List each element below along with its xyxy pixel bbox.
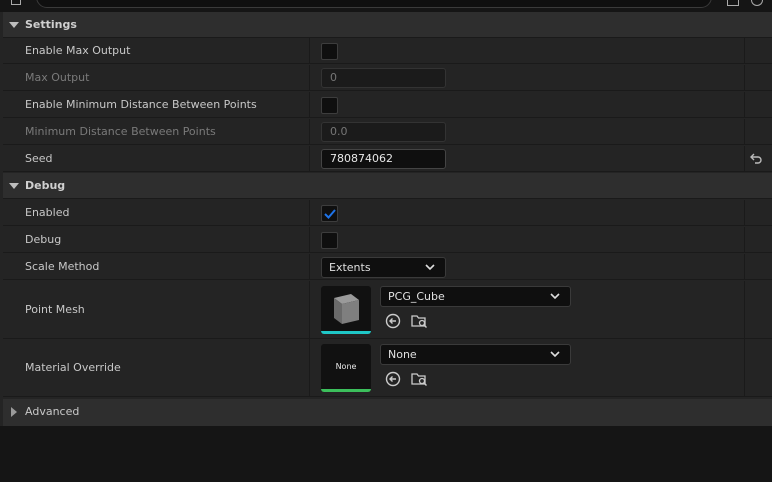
column-divider: [744, 146, 745, 171]
min-distance-field: 0.0: [321, 122, 446, 142]
asset-type-bar: [321, 331, 371, 334]
column-divider[interactable]: [309, 227, 310, 252]
column-divider: [744, 281, 745, 338]
search-icon: [45, 0, 55, 1]
property-row-seed: Seed 780874062: [3, 146, 772, 172]
property-row-enabled: Enabled: [3, 200, 772, 226]
column-divider: [744, 200, 745, 225]
property-label: Max Output: [25, 71, 90, 84]
column-divider: [744, 65, 745, 90]
property-label: Material Override: [25, 361, 121, 374]
reset-to-default-icon[interactable]: [750, 153, 762, 164]
property-row-max-output: Max Output 0: [3, 65, 772, 91]
property-row-debug: Debug: [3, 227, 772, 253]
use-selected-asset-icon[interactable]: [385, 313, 401, 329]
column-divider[interactable]: [309, 339, 310, 396]
column-divider: [744, 38, 745, 63]
category-settings[interactable]: Settings: [3, 12, 772, 38]
category-advanced[interactable]: Advanced: [3, 399, 772, 426]
expand-arrow-icon: [9, 183, 19, 189]
column-divider: [744, 254, 745, 279]
seed-field[interactable]: 780874062: [321, 149, 446, 169]
material-thumbnail[interactable]: None: [321, 344, 371, 392]
point-mesh-dropdown[interactable]: PCG_Cube: [380, 286, 571, 307]
debug-checkbox[interactable]: [321, 232, 338, 249]
column-divider[interactable]: [309, 65, 310, 90]
property-row-enable-max-output: Enable Max Output: [3, 38, 772, 64]
property-label: Enable Max Output: [25, 44, 131, 57]
property-label: Enabled: [25, 206, 70, 219]
column-divider[interactable]: [309, 281, 310, 338]
asset-type-bar: [321, 389, 371, 392]
column-divider: [744, 339, 745, 396]
max-output-field: 0: [321, 68, 446, 88]
chevron-down-icon: [425, 264, 435, 271]
checkmark-icon: [324, 209, 336, 219]
column-divider[interactable]: [309, 146, 310, 171]
use-selected-asset-icon[interactable]: [385, 371, 401, 387]
column-divider[interactable]: [309, 38, 310, 63]
expand-arrow-icon: [11, 407, 17, 417]
enabled-checkbox[interactable]: [321, 205, 338, 222]
material-override-dropdown[interactable]: None: [380, 344, 571, 365]
column-divider[interactable]: [309, 92, 310, 117]
column-divider[interactable]: [309, 119, 310, 144]
property-label: Point Mesh: [25, 303, 85, 316]
property-label: Minimum Distance Between Points: [25, 125, 216, 138]
enable-max-output-checkbox[interactable]: [321, 43, 338, 60]
category-title: Settings: [25, 18, 77, 31]
column-divider: [744, 119, 745, 144]
category-debug[interactable]: Debug: [3, 173, 772, 199]
search-input[interactable]: [36, 0, 712, 8]
top-toolbar: [0, 0, 772, 12]
property-label: Enable Minimum Distance Between Points: [25, 98, 257, 111]
grid-view-icon[interactable]: [727, 0, 739, 6]
column-divider: [744, 92, 745, 117]
panel-icon[interactable]: [11, 0, 21, 5]
property-row-point-mesh: Point Mesh PCG_Cube: [3, 281, 772, 339]
property-label: Scale Method: [25, 260, 100, 273]
chevron-down-icon: [550, 351, 560, 358]
cube-mesh-icon: [334, 294, 359, 324]
column-divider: [744, 227, 745, 252]
dropdown-value: PCG_Cube: [388, 290, 445, 303]
property-row-material-override: Material Override None None: [3, 339, 772, 397]
chevron-down-icon: [550, 293, 560, 300]
property-row-min-distance: Minimum Distance Between Points 0.0: [3, 119, 772, 145]
column-divider[interactable]: [309, 200, 310, 225]
settings-gear-icon[interactable]: [751, 0, 763, 6]
browse-asset-icon[interactable]: [411, 313, 428, 329]
thumbnail-text: None: [335, 362, 357, 371]
details-panel: Settings Enable Max Output Max Output 0 …: [0, 12, 772, 426]
browse-asset-icon[interactable]: [411, 371, 428, 387]
property-label: Seed: [25, 152, 53, 165]
dropdown-value: Extents: [329, 261, 371, 274]
category-title: Advanced: [25, 405, 80, 418]
property-label: Debug: [25, 233, 62, 246]
category-title: Debug: [25, 179, 66, 192]
point-mesh-thumbnail[interactable]: [321, 286, 371, 334]
scale-method-dropdown[interactable]: Extents: [321, 257, 446, 278]
property-row-scale-method: Scale Method Extents: [3, 254, 772, 280]
enable-min-distance-checkbox[interactable]: [321, 97, 338, 114]
dropdown-value: None: [388, 348, 417, 361]
column-divider[interactable]: [309, 254, 310, 279]
property-row-enable-min-distance: Enable Minimum Distance Between Points: [3, 92, 772, 118]
expand-arrow-icon: [9, 22, 19, 28]
